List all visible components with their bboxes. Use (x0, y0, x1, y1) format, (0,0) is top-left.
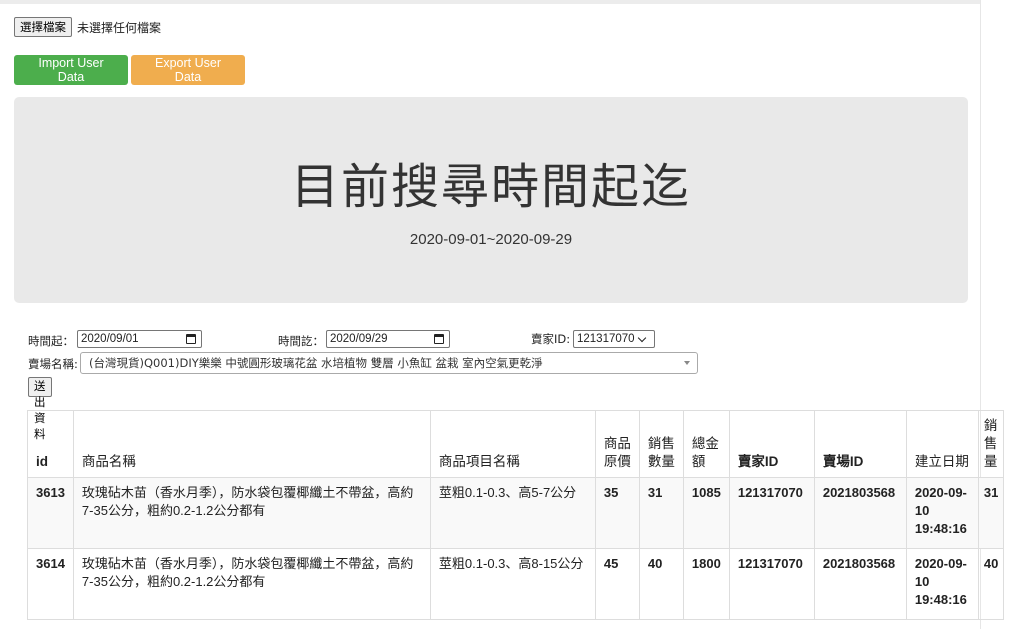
search-range-banner: 目前搜尋時間起迄 2020-09-01~2020-09-29 (14, 97, 968, 303)
table-header-row: id 商品名稱 商品項目名稱 商品原價 銷售數量 總金額 賣家ID 賣場ID 建… (27, 410, 1005, 478)
cell-seller-id: 121317070 (728, 548, 815, 620)
cell-product-name: 玫瑰砧木苗（香水月季），防水袋包覆椰纖土不帶盆，高約7-35公分，粗約0.2-1… (72, 548, 431, 620)
col-id: id (27, 410, 74, 478)
start-date-input[interactable]: 2020/09/01 (77, 330, 202, 348)
col-total: 總金額 (682, 410, 730, 478)
submit-button[interactable]: 送出資料 (28, 377, 52, 441)
col-original-price: 商品原價 (594, 410, 640, 478)
export-user-data-button[interactable]: Export User Data (131, 55, 245, 85)
end-date-label: 時間訖： (278, 334, 324, 348)
col-seller-id: 賣家ID (728, 410, 815, 478)
top-divider (0, 0, 980, 4)
cell-seller-id: 121317070 (728, 477, 815, 549)
store-name-label: 賣場名稱: (28, 357, 78, 371)
cell-sales: 31 (977, 477, 1005, 549)
cell-store-id: 2021803568 (813, 477, 907, 549)
banner-title: 目前搜尋時間起迄 (290, 159, 691, 215)
cell-quantity: 40 (638, 548, 684, 620)
end-date-input[interactable]: 2020/09/29 (326, 330, 450, 348)
cell-item-name: 莖粗0.1-0.3、高5-7公分 (429, 477, 596, 549)
store-name-select[interactable]: (台灣現貨)Q001)DIY樂樂 中號圓形玻璃花盆 水培植物 雙層 小魚缸 盆栽… (80, 352, 698, 374)
cell-price: 45 (594, 548, 640, 620)
col-sales: 銷售量 (977, 410, 1005, 478)
seller-id-value: 121317070 (577, 333, 635, 345)
sales-table: id 商品名稱 商品項目名稱 商品原價 銷售數量 總金額 賣家ID 賣場ID 建… (27, 410, 1005, 620)
start-date-value: 2020/09/01 (81, 333, 139, 345)
dropdown-arrow-icon (684, 361, 690, 365)
import-user-data-button[interactable]: Import User Data (14, 55, 128, 85)
cell-price: 35 (594, 477, 640, 549)
cell-item-name: 莖粗0.1-0.3、高8-15公分 (429, 548, 596, 620)
col-item-name: 商品項目名稱 (429, 410, 596, 478)
seller-id-label: 賣家ID: (531, 332, 571, 346)
banner-range: 2020-09-01~2020-09-29 (409, 231, 573, 248)
file-input[interactable]: 選擇檔案 未選擇任何檔案 (14, 17, 161, 37)
cell-product-name: 玫瑰砧木苗（香水月季），防水袋包覆椰纖土不帶盆，高約7-35公分，粗約0.2-1… (72, 477, 431, 549)
cell-store-id: 2021803568 (813, 548, 907, 620)
col-product-name: 商品名稱 (72, 410, 431, 478)
col-created-date: 建立日期 (905, 410, 979, 478)
store-name-value: (台灣現貨)Q001)DIY樂樂 中號圓形玻璃花盆 水培植物 雙層 小魚缸 盆栽… (89, 356, 543, 370)
cell-total: 1085 (682, 477, 730, 549)
cell-id: 3613 (27, 477, 74, 549)
cell-sales: 40 (977, 548, 1005, 620)
cell-id: 3614 (27, 548, 74, 620)
seller-id-select[interactable]: 121317070 (573, 330, 655, 348)
col-store-id: 賣場ID (813, 410, 907, 478)
calendar-icon[interactable] (434, 334, 444, 344)
cell-total: 1800 (682, 548, 730, 620)
choose-file-button[interactable]: 選擇檔案 (14, 17, 72, 37)
cell-created-date: 2020-09-10 19:48:16 (905, 477, 979, 549)
cell-created-date: 2020-09-10 19:48:16 (905, 548, 979, 620)
table-row: 3613 玫瑰砧木苗（香水月季），防水袋包覆椰纖土不帶盆，高約7-35公分，粗約… (27, 477, 1005, 549)
cell-quantity: 31 (638, 477, 684, 549)
table-row: 3614 玫瑰砧木苗（香水月季），防水袋包覆椰纖土不帶盆，高約7-35公分，粗約… (27, 548, 1005, 620)
file-status: 未選擇任何檔案 (77, 20, 162, 35)
calendar-icon[interactable] (186, 334, 196, 344)
chevron-down-icon (637, 333, 646, 342)
col-quantity: 銷售數量 (638, 410, 684, 478)
start-date-label: 時間起： (28, 334, 74, 348)
end-date-value: 2020/09/29 (330, 333, 388, 345)
